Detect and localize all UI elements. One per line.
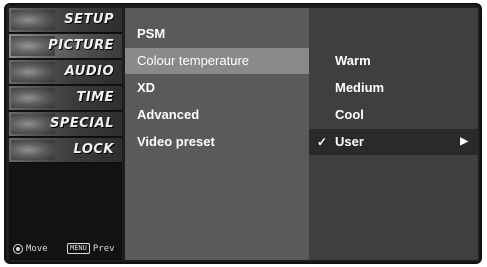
option-label: Cool <box>335 107 364 122</box>
colour-temperature-submenu: Warm Medium Cool ✓ User ▶ <box>309 8 478 260</box>
category-label: LOCK <box>73 142 114 157</box>
special-thumbnail-icon <box>11 114 55 134</box>
category-label: SPECIAL <box>50 116 114 131</box>
checkmark-icon: ✓ <box>317 135 328 149</box>
category-column: SETUP PICTURE AUDIO TIME SPECIAL LOCK Mo… <box>9 8 122 260</box>
category-audio[interactable]: AUDIO <box>9 60 122 85</box>
menu-item-advanced[interactable]: Advanced <box>125 102 309 128</box>
lock-thumbnail-icon <box>11 140 55 160</box>
option-label: Medium <box>335 80 385 95</box>
category-lock[interactable]: LOCK <box>9 138 122 163</box>
time-thumbnail-icon <box>11 88 55 108</box>
category-picture[interactable]: PICTURE <box>9 34 122 59</box>
navigation-pad-icon <box>13 244 23 254</box>
option-medium[interactable]: Medium <box>309 75 478 101</box>
menu-item-xd[interactable]: XD <box>125 75 309 101</box>
menu-item-colour-temperature[interactable]: Colour temperature <box>125 48 309 74</box>
option-user[interactable]: ✓ User ▶ <box>309 129 478 155</box>
option-cool[interactable]: Cool <box>309 102 478 128</box>
category-setup[interactable]: SETUP <box>9 8 122 33</box>
move-hint: Move <box>13 244 48 254</box>
category-label: SETUP <box>64 12 114 27</box>
menu-key-icon: MENU <box>67 243 90 254</box>
prev-hint-label: Prev <box>92 243 115 254</box>
audio-thumbnail-icon <box>11 62 55 82</box>
picture-menu: PSM Colour temperature XD Advanced Video… <box>125 8 309 260</box>
tv-osd-screen: SETUP PICTURE AUDIO TIME SPECIAL LOCK Mo… <box>4 3 482 264</box>
option-label: Warm <box>335 53 371 68</box>
category-label: PICTURE <box>48 38 114 53</box>
category-time[interactable]: TIME <box>9 86 122 111</box>
option-warm[interactable]: Warm <box>309 48 478 74</box>
menu-item-psm[interactable]: PSM <box>125 21 309 47</box>
setup-thumbnail-icon <box>11 10 55 30</box>
category-label: TIME <box>76 90 114 105</box>
category-special[interactable]: SPECIAL <box>9 112 122 137</box>
option-label: User <box>335 134 364 149</box>
move-hint-label: Move <box>26 244 48 254</box>
menu-item-video-preset[interactable]: Video preset <box>125 129 309 155</box>
category-label: AUDIO <box>64 64 114 79</box>
right-arrow-icon: ▶ <box>460 136 468 147</box>
prev-hint: MENU Prev <box>67 243 115 254</box>
